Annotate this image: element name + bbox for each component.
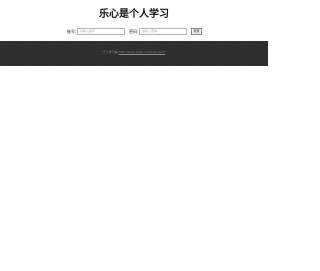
footer-text: 个人学习站 http://blog.xxxx.com/xxx-xxx.x [0,50,268,55]
footer: 个人学习站 http://blog.xxxx.com/xxx-xxx.x [0,41,268,66]
password-input[interactable]: 请输入密码 [139,28,187,35]
account-label: 账号: [67,29,77,34]
login-button[interactable]: 登录 [191,28,202,35]
password-label: 密码: [129,29,139,34]
page-title: 乐心是个人学习 [99,9,169,20]
login-form: 账号: 请输入账号 密码: 请输入密码 登录 [0,28,268,36]
footer-site-name: 个人学习站 [102,50,118,54]
account-input[interactable]: 请输入账号 [77,28,125,35]
footer-link[interactable]: http://blog.xxxx.com/xxx-xxx.x [119,50,166,54]
